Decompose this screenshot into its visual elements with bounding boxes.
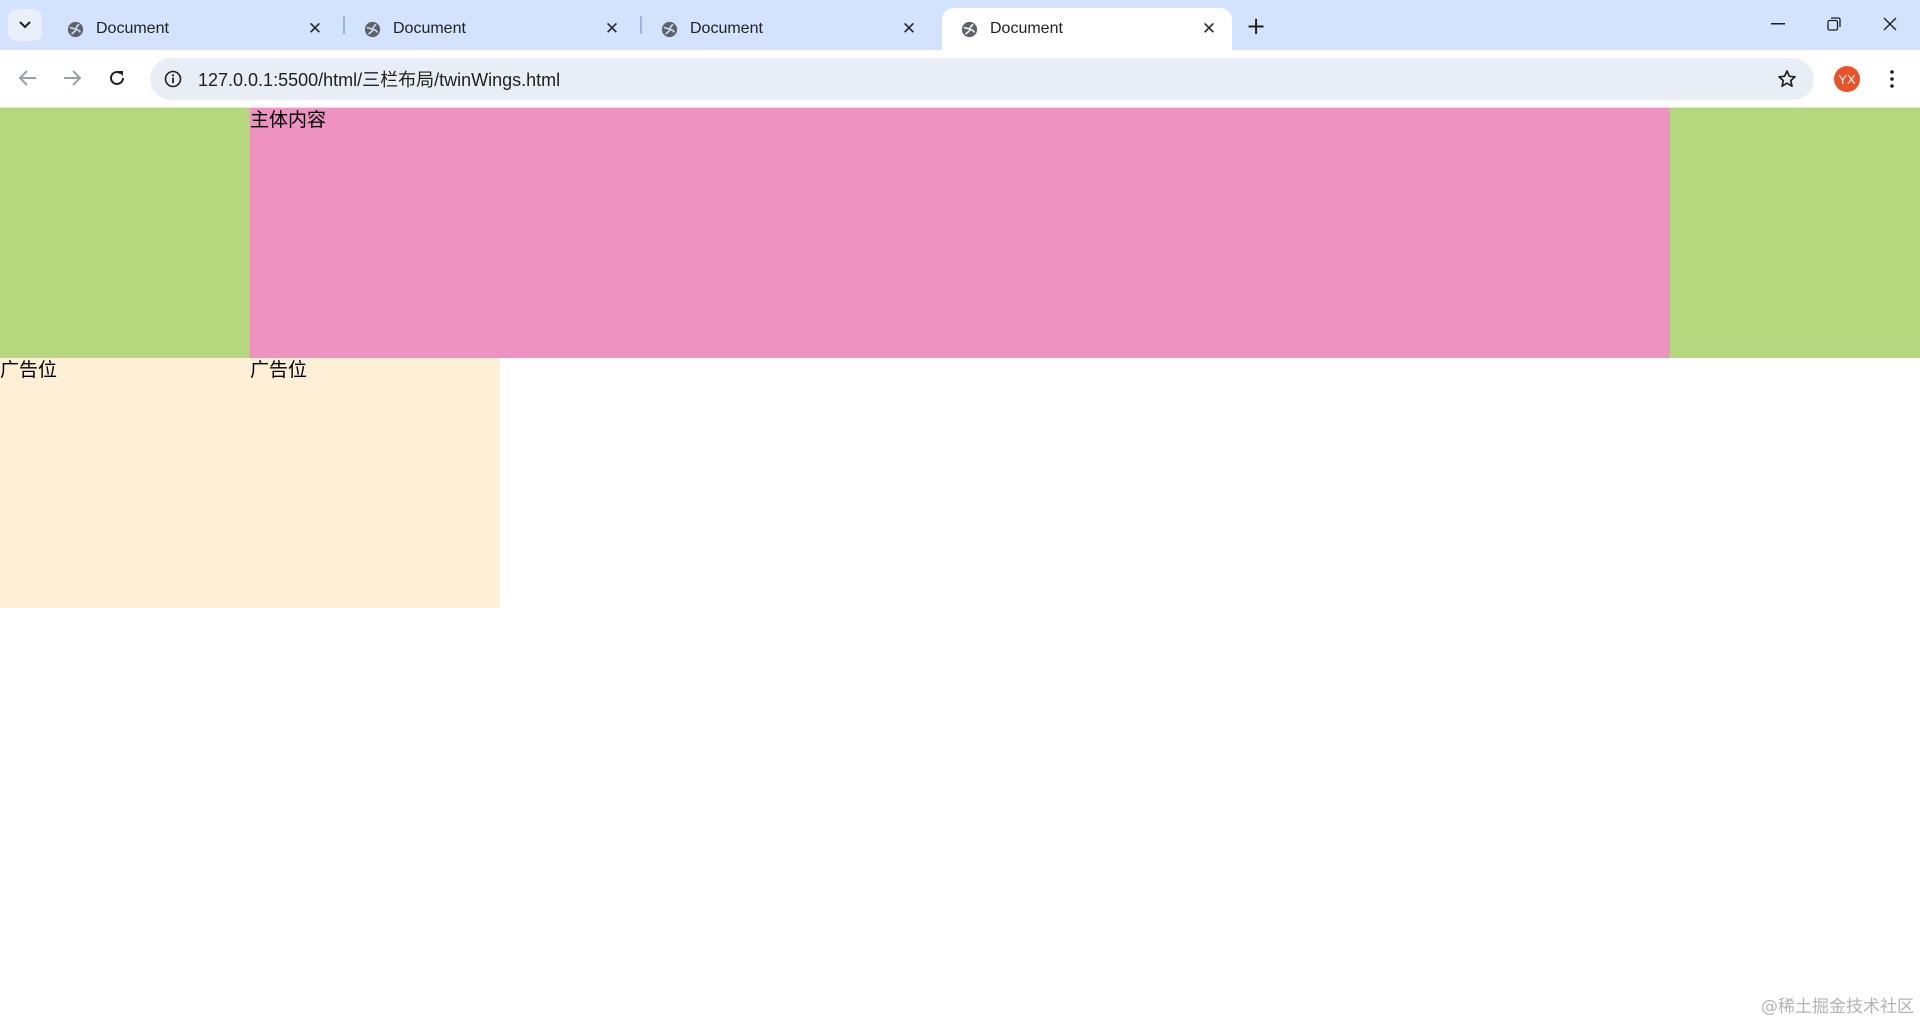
arrow-left-icon [19,70,36,86]
tab-strip: Document ✕ Document ✕ Document ✕ Documen… [0,0,1920,50]
info-icon [164,70,182,88]
plus-icon: + [1245,12,1267,40]
tab-3[interactable]: Document ✕ [642,8,932,50]
minimize-button[interactable] [1750,0,1806,48]
watermark: @稀土掘金技术社区 [1761,997,1914,1017]
browser-toolbar: 127.0.0.1:5500/html/三栏布局/twinWings.html … [0,50,1920,108]
globe-icon [67,21,84,37]
close-icon[interactable]: ✕ [898,18,920,40]
star-icon [1778,70,1796,88]
browser-chrome: Document ✕ Document ✕ Document ✕ Documen… [0,0,1920,108]
tab-title: Document [690,20,763,37]
ad-block-left: 广告位 [0,358,250,608]
profile-avatar[interactable]: YX [1834,66,1860,92]
tab-title: Document [96,20,169,37]
globe-icon [961,21,978,37]
site-info-button[interactable] [158,64,188,94]
close-icon[interactable]: ✕ [1198,18,1220,40]
restore-icon [1827,17,1841,31]
page-viewport: 主体内容 广告位 广告位 @稀土掘金技术社区 [0,108,1920,1021]
window-close-button[interactable] [1862,0,1918,48]
tab-4-active[interactable]: Document ✕ [942,8,1232,50]
close-icon[interactable]: ✕ [304,18,326,40]
close-icon [1883,17,1897,31]
address-bar[interactable]: 127.0.0.1:5500/html/三栏布局/twinWings.html [150,58,1814,100]
globe-icon [364,21,381,37]
close-icon[interactable]: ✕ [601,18,623,40]
arrow-right-icon [64,70,81,86]
browser-menu-button[interactable] [1876,62,1908,96]
main-content-column: 主体内容 [250,108,1670,358]
tab-1[interactable]: Document ✕ [48,8,338,50]
forward-button[interactable] [54,60,90,96]
globe-icon [661,21,678,37]
new-tab-button[interactable]: + [1240,10,1272,42]
tab-title: Document [393,20,466,37]
restore-button[interactable] [1806,0,1862,48]
tab-title: Document [990,20,1063,37]
ad-block-right: 广告位 [250,358,500,608]
kebab-menu-icon [1890,70,1894,88]
chevron-down-icon [19,21,31,29]
bookmark-button[interactable] [1774,66,1800,92]
reload-icon [110,70,124,85]
tab-search-button[interactable] [8,9,42,41]
url-text[interactable]: 127.0.0.1:5500/html/三栏布局/twinWings.html [198,66,560,92]
reload-button[interactable] [99,60,135,96]
back-button[interactable] [10,60,46,96]
minimize-icon [1771,23,1785,25]
tab-2[interactable]: Document ✕ [345,8,635,50]
